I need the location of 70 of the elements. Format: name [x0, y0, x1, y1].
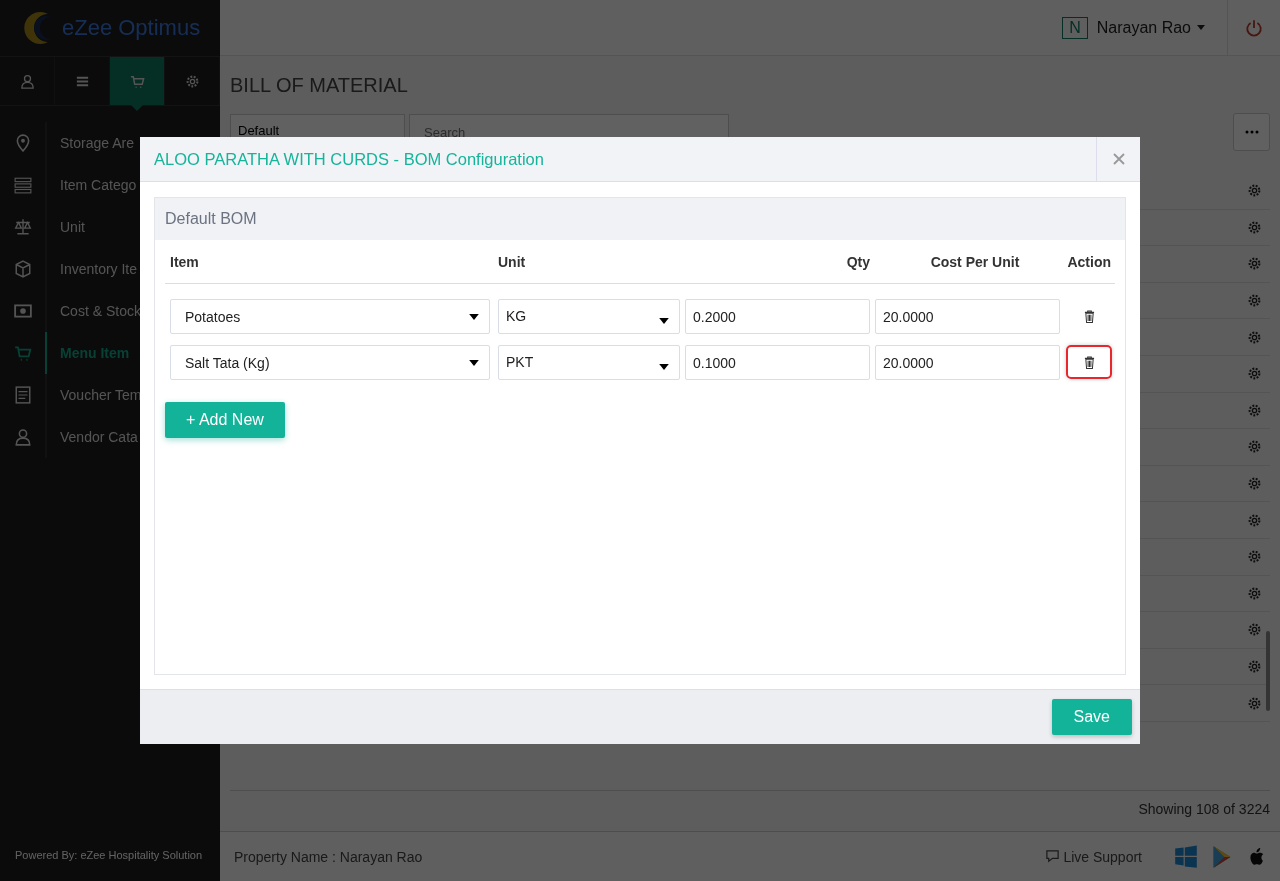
more-icon [1244, 130, 1259, 134]
settings-icon[interactable] [1247, 183, 1262, 199]
settings-icon[interactable] [1247, 585, 1262, 601]
close-icon [1112, 153, 1125, 165]
settings-icon[interactable] [1247, 256, 1262, 272]
app-logo-text: eZee Optimus [62, 15, 201, 41]
settings-icon[interactable] [1247, 659, 1262, 674]
settings-icon[interactable] [1247, 512, 1262, 528]
caret-icon [469, 313, 479, 320]
cart-icon [13, 344, 32, 362]
unit-select[interactable]: KG [498, 299, 680, 334]
caret-icon [469, 359, 479, 366]
money-icon [13, 302, 32, 320]
user-initial-badge: N [1062, 16, 1088, 39]
column-header: Unit [497, 253, 527, 270]
qty-field[interactable]: 0.1000 [685, 345, 870, 380]
qty-field[interactable]: 0.2000 [685, 299, 870, 334]
column-header: Cost Per Unit [929, 253, 1021, 270]
user-icon [13, 428, 32, 446]
settings-icon[interactable] [1247, 695, 1262, 711]
item-select[interactable]: Salt Tata (Kg) [170, 345, 490, 380]
column-header: Action [1066, 253, 1112, 270]
trash-icon [1083, 355, 1095, 369]
settings-icon[interactable] [1247, 476, 1262, 492]
settings-icon[interactable] [1247, 219, 1262, 235]
windows-icon[interactable] [1174, 844, 1198, 869]
power-icon [1245, 18, 1263, 37]
settings-icon[interactable] [1247, 439, 1262, 455]
settings-icon[interactable] [1247, 402, 1262, 418]
caret-icon [1197, 25, 1205, 30]
settings-icon[interactable] [1247, 366, 1262, 382]
cost-field[interactable]: 20.0000 [875, 345, 1060, 380]
settings-icon[interactable] [1247, 293, 1262, 309]
sidebar-item[interactable]: Cost & Stock [0, 290, 140, 332]
section-title: Default BOM [155, 198, 1125, 240]
trash-icon [1083, 309, 1095, 323]
dialog-title: ALOO PARATHA WITH CURDS - BOM Configuration [153, 149, 545, 169]
sidebar-item[interactable]: Item Catego [0, 164, 140, 206]
powered-by-text: Powered By: eZee Hospitality Solution [14, 849, 204, 863]
settings-icon[interactable] [1247, 622, 1262, 638]
box-icon [13, 260, 32, 278]
caret-icon [659, 317, 669, 324]
live-support-link[interactable]: Live Support [1039, 847, 1148, 866]
save-button[interactable]: Save [1051, 699, 1132, 735]
unit-select[interactable]: PKT [498, 345, 680, 380]
user-menu[interactable]: Narayan Rao [1096, 18, 1227, 37]
page-title: BILL OF MATERIAL [230, 74, 409, 97]
voucher-icon [13, 386, 32, 404]
list-icon [13, 176, 32, 194]
scale-icon [13, 218, 32, 236]
user-icon [19, 73, 35, 89]
cost-field[interactable]: 20.0000 [875, 299, 1060, 334]
settings-icon[interactable] [1247, 329, 1262, 345]
column-header: Item [169, 253, 200, 270]
sidebar-item[interactable]: Unit [0, 206, 140, 248]
more-button[interactable] [1233, 113, 1270, 151]
sidebar-item[interactable]: Voucher Tem [0, 374, 140, 416]
cart-icon [129, 73, 145, 89]
settings-icon [184, 73, 200, 89]
chat-icon [1045, 849, 1061, 864]
delete-button[interactable] [1066, 345, 1112, 379]
property-name-text: Property Name : Narayan Rao [234, 848, 423, 865]
sidebar-item[interactable]: Vendor Cata [0, 416, 140, 458]
sidebar-item[interactable]: Storage Are [0, 122, 140, 164]
sidebar-item[interactable]: Inventory Ite [0, 248, 140, 290]
add-new-button[interactable]: + Add New [165, 402, 285, 438]
settings-icon[interactable] [1247, 549, 1262, 565]
column-header: Qty [845, 253, 870, 270]
caret-icon [659, 363, 669, 370]
item-select[interactable]: Potatoes [170, 299, 490, 334]
